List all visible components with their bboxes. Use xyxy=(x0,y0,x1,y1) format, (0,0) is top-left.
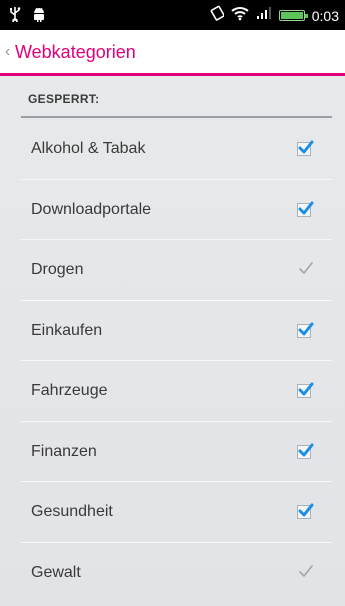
list-item-alkohol-tabak[interactable]: Alkohol & Tabak xyxy=(21,119,332,180)
content-area: GESPERRT: Alkohol & Tabak Downloadportal… xyxy=(0,76,345,606)
checkmark-icon xyxy=(298,322,314,335)
checkmark-icon xyxy=(298,140,314,154)
list-item-label: Gesundheit xyxy=(31,503,113,520)
checkbox-alkohol-tabak[interactable] xyxy=(297,140,314,156)
category-list: Alkohol & Tabak Downloadportale Drogen E… xyxy=(21,119,332,603)
list-item-gewalt: Gewalt xyxy=(21,543,332,604)
status-time: 0:03 xyxy=(311,7,339,24)
list-item-label: Gewalt xyxy=(31,563,81,581)
list-item-label: Alkohol & Tabak xyxy=(31,140,146,157)
list-item-fahrzeuge[interactable]: Fahrzeuge xyxy=(21,361,332,422)
usb-icon xyxy=(8,6,22,27)
checkmark-icon xyxy=(299,262,313,274)
checkbox-fahrzeuge[interactable] xyxy=(297,382,314,398)
back-chevron-icon[interactable]: ‹ xyxy=(5,43,10,61)
rotate-icon xyxy=(210,5,225,26)
page-title[interactable]: Webkategorien xyxy=(15,41,136,63)
list-item-downloadportale[interactable]: Downloadportale xyxy=(21,180,332,240)
checkmark-icon xyxy=(298,201,314,214)
checkbox-gesundheit[interactable] xyxy=(297,503,314,519)
checkmark-icon xyxy=(298,503,314,517)
status-left xyxy=(8,6,46,27)
status-bar: 0:03 xyxy=(0,0,345,30)
section-divider xyxy=(21,116,332,118)
list-item-label: Drogen xyxy=(31,261,84,278)
list-item-label: Fahrzeuge xyxy=(31,382,108,399)
status-right: 0:03 xyxy=(210,5,339,26)
list-item-finanzen[interactable]: Finanzen xyxy=(21,422,332,482)
wifi-icon xyxy=(231,5,249,26)
checkbox-gewalt-disabled xyxy=(297,564,313,580)
checkmark-icon xyxy=(298,443,314,456)
checkbox-downloadportale[interactable] xyxy=(297,201,314,217)
list-item-label: Finanzen xyxy=(31,442,97,460)
checkmark-icon xyxy=(298,382,314,396)
list-item-einkaufen[interactable]: Einkaufen xyxy=(21,301,332,361)
checkbox-finanzen[interactable] xyxy=(297,443,314,459)
section-header-blocked: GESPERRT: xyxy=(28,92,100,106)
signal-icon xyxy=(256,6,272,25)
header-bar: ‹ Webkategorien xyxy=(0,30,345,76)
list-item-drogen: Drogen xyxy=(21,240,332,301)
checkmark-icon xyxy=(299,564,313,577)
battery-icon xyxy=(278,10,308,21)
list-item-gesundheit[interactable]: Gesundheit xyxy=(21,482,332,543)
checkbox-drogen-disabled xyxy=(297,262,313,277)
android-debug-icon xyxy=(32,6,46,27)
checkbox-einkaufen[interactable] xyxy=(297,322,314,338)
list-item-label: Downloadportale xyxy=(31,200,152,218)
list-item-label: Einkaufen xyxy=(31,321,103,339)
